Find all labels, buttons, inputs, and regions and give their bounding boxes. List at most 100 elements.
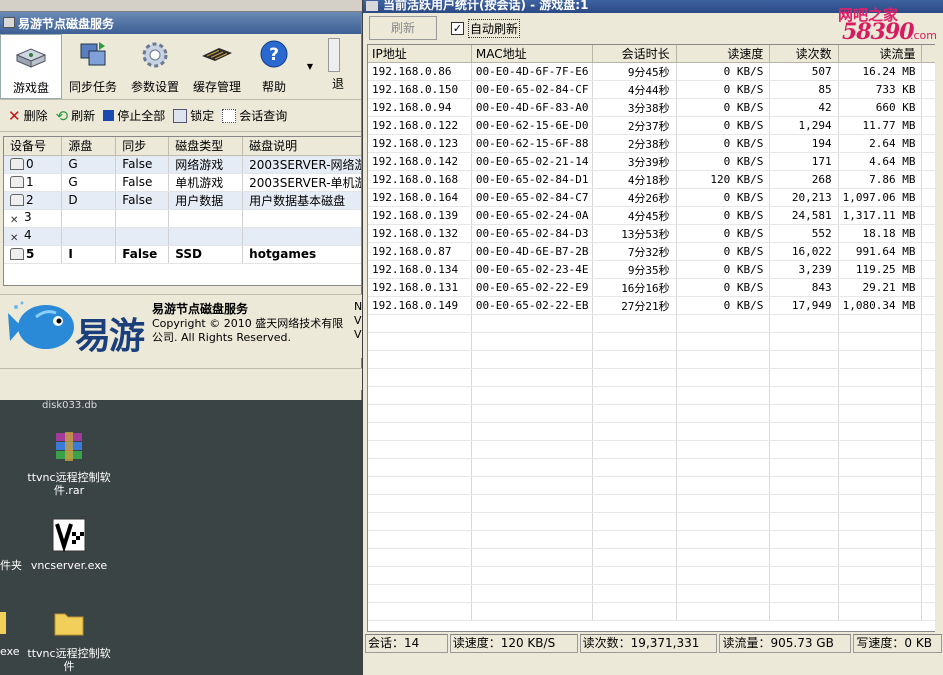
disk-row-cell <box>61 227 117 246</box>
session-cell: 660 KB <box>838 98 923 117</box>
status-write-speed: 写速度：0 KB <box>853 634 942 653</box>
desktop-icon-ttvnc-rar[interactable]: ttvnc远程控制软件.rar <box>24 430 114 497</box>
sync-icon <box>80 42 106 66</box>
session-cell: 1,294 <box>769 116 839 135</box>
toolbar-label: 帮助 <box>261 80 286 94</box>
disk-row[interactable]: ✕ 4 <box>4 227 361 246</box>
session-cell: 0 KB/S <box>676 116 771 135</box>
session-cell: 42 <box>769 98 839 117</box>
session-row[interactable]: 192.168.0.131 00-E0-65-02-22-E9 16分16秒 0 KB… <box>368 278 939 297</box>
auto-refresh-checkbox[interactable]: ✓ 自动刷新 <box>451 18 521 38</box>
column-header[interactable]: 磁盘说明 <box>242 137 361 156</box>
column-header[interactable]: 同步 <box>115 137 170 156</box>
column-header[interactable]: IP地址 <box>368 45 472 63</box>
empty-cell <box>838 422 923 441</box>
disk-row-cell: hotgames <box>242 245 361 264</box>
session-cell: 18.18 MB <box>838 224 923 243</box>
empty-row <box>368 332 939 351</box>
session-cell: 192.168.0.87 <box>368 242 472 261</box>
disk-row-cell <box>115 227 170 246</box>
toolbar-exit-button[interactable]: 退 <box>320 34 344 99</box>
empty-cell <box>368 494 472 513</box>
chevron-down-icon: ▼ <box>306 62 314 71</box>
disk-table-header: 设备号 源盘 同步 磁盘类型 磁盘说明 <box>4 137 361 156</box>
empty-cell <box>838 566 923 585</box>
column-header[interactable]: 读流量 <box>838 45 923 63</box>
session-row[interactable]: 192.168.0.168 00-E0-65-02-84-D1 4分18秒 120 K… <box>368 170 939 189</box>
column-header[interactable]: 会话时长 <box>592 45 677 63</box>
stop-all-button[interactable]: 停止全部 <box>103 107 165 124</box>
lock-button[interactable]: 锁定 <box>173 107 214 124</box>
session-row[interactable]: 192.168.0.164 00-E0-65-02-84-C7 4分26秒 0 KB/… <box>368 188 939 207</box>
session-cell: 843 <box>769 278 839 297</box>
column-header[interactable]: 设备号 <box>4 137 63 156</box>
disk-row[interactable]: 0 G False 网络游戏 2003SERVER-网络游 <box>4 155 361 174</box>
empty-row <box>368 422 939 441</box>
disk-row[interactable]: 1 G False 单机游戏 2003SERVER-单机游 <box>4 173 361 192</box>
column-header[interactable]: MAC地址 <box>471 45 593 63</box>
session-row[interactable]: 192.168.0.149 00-E0-65-02-22-EB 27分21秒 0 KB… <box>368 296 939 315</box>
session-row[interactable]: 192.168.0.132 00-E0-65-02-84-D3 13分53秒 0 KB… <box>368 224 939 243</box>
refresh-label: 刷新 <box>71 109 96 123</box>
empty-cell <box>838 368 923 387</box>
disk-row-cell: 5 <box>26 247 35 261</box>
empty-cell <box>676 566 771 585</box>
empty-cell <box>676 458 771 477</box>
disk-row-cell: False <box>115 173 170 192</box>
disk-row-cell: 4 <box>24 227 32 242</box>
desktop-icon-ttvnc-folder[interactable]: ttvnc远程控制软件 <box>24 606 114 673</box>
column-header[interactable]: 读速度 <box>676 45 771 63</box>
column-header[interactable]: 源盘 <box>61 137 117 156</box>
delete-button[interactable]: ✕ 删除 <box>8 107 48 125</box>
disk-row-cell: 用户数据基本磁盘 <box>242 191 361 210</box>
toolbar-sync-task-button[interactable]: 同步任务 <box>62 34 124 99</box>
empty-row <box>368 314 939 333</box>
toolbar-game-disk-button[interactable]: 游戏盘 <box>0 34 62 99</box>
empty-row <box>368 476 939 495</box>
empty-cell <box>368 332 472 351</box>
session-query-button[interactable]: 会话查询 <box>222 107 287 124</box>
vertical-scrollbar[interactable] <box>935 44 943 632</box>
session-row[interactable]: 192.168.0.94 00-E0-4D-6F-83-A0 3分38秒 0 KB/S… <box>368 98 939 117</box>
session-row[interactable]: 192.168.0.139 00-E0-65-02-24-0A 4分45秒 0 KB/… <box>368 206 939 225</box>
toolbar-cache-button[interactable]: 缓存管理 <box>186 34 248 99</box>
empty-cell <box>592 512 677 531</box>
session-cell: 2.64 MB <box>838 134 923 153</box>
column-header[interactable]: 磁盘类型 <box>168 137 244 156</box>
toolbar-label: 游戏盘 <box>12 81 49 95</box>
session-row[interactable]: 192.168.0.150 00-E0-65-02-84-CF 4分44秒 0 KB/… <box>368 80 939 99</box>
session-row[interactable]: 192.168.0.142 00-E0-65-02-21-14 3分39秒 0 KB/… <box>368 152 939 171</box>
session-row[interactable]: 192.168.0.86 00-E0-4D-6F-7F-E6 9分45秒 0 KB/S… <box>368 62 939 81</box>
toolbar-settings-button[interactable]: 参数设置 <box>124 34 186 99</box>
session-row[interactable]: 192.168.0.122 00-E0-62-15-6E-D0 2分37秒 0 KB/… <box>368 116 939 135</box>
empty-cell <box>769 332 839 351</box>
desktop-icon-vncserver[interactable]: vncserver.exe <box>24 518 114 572</box>
session-row[interactable]: 192.168.0.87 00-E0-4D-6E-B7-2B 7分32秒 0 KB/S… <box>368 242 939 261</box>
refresh-button[interactable]: 刷新 <box>369 16 437 40</box>
empty-cell <box>769 350 839 369</box>
session-row[interactable]: 192.168.0.134 00-E0-65-02-23-4E 9分35秒 0 KB/… <box>368 260 939 279</box>
empty-cell <box>769 566 839 585</box>
empty-cell <box>838 476 923 495</box>
toolbar-more-dropdown[interactable]: ▼ <box>300 34 320 99</box>
disk-row-cell: 用户数据 <box>168 191 244 210</box>
empty-row <box>368 602 939 621</box>
empty-cell <box>471 440 593 459</box>
disk-row[interactable]: 5 I False SSD hotgames <box>4 245 361 264</box>
session-cell: 192.168.0.132 <box>368 224 472 243</box>
column-header[interactable]: 读次数 <box>769 45 839 63</box>
about-product-name: 易游节点磁盘服务 <box>152 302 249 316</box>
session-cell: 552 <box>769 224 839 243</box>
refresh-button[interactable]: ⟲ 刷新 <box>56 107 96 125</box>
disk-row[interactable]: ✕ 3 <box>4 209 361 228</box>
empty-cell <box>676 584 771 603</box>
session-row[interactable]: 192.168.0.123 00-E0-62-15-6F-88 2分38秒 0 KB/… <box>368 134 939 153</box>
empty-cell <box>676 404 771 423</box>
disk-row[interactable]: 2 D False 用户数据 用户数据基本磁盘 <box>4 191 361 210</box>
disk-row-cell <box>61 209 117 228</box>
toolbar-help-button[interactable]: ? 帮助 <box>248 34 300 99</box>
main-toolbar: 游戏盘 同步任务 参数设置 缓存管理 ? 帮助 ▼ 退 <box>0 34 361 100</box>
empty-cell <box>471 548 593 567</box>
session-cell: 4分45秒 <box>592 206 677 225</box>
empty-cell <box>676 368 771 387</box>
